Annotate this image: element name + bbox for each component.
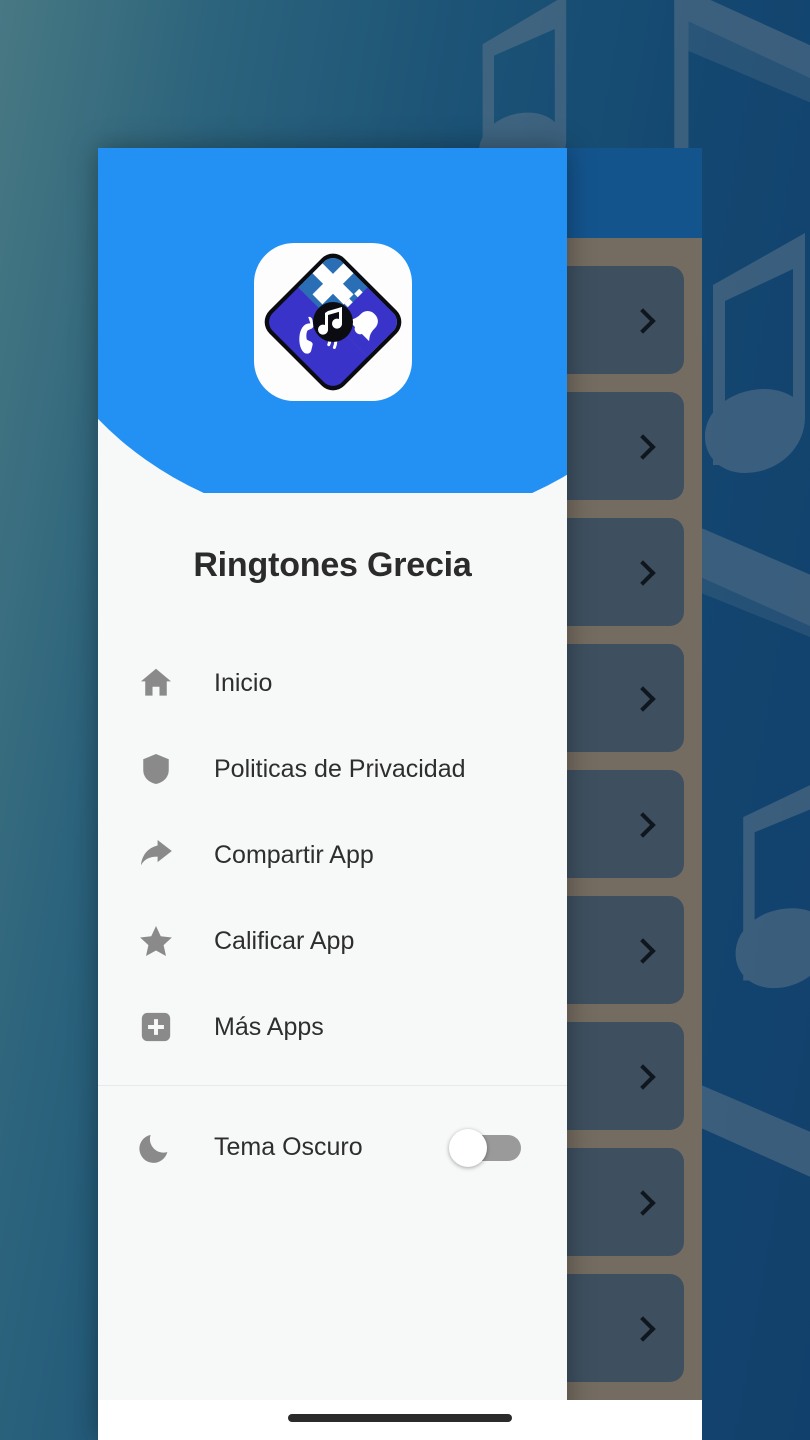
shield-icon: [128, 751, 184, 787]
gesture-pill[interactable]: [288, 1414, 512, 1422]
app-logo: [253, 243, 412, 401]
page-title: Ringtones Grecia: [193, 546, 472, 584]
dark-theme-label: Tema Oscuro: [214, 1132, 363, 1161]
dark-theme-toggle[interactable]: [449, 1129, 521, 1167]
drawer-header: [98, 148, 567, 493]
sidebar-item-privacy-policy[interactable]: Politicas de Privacidad: [98, 726, 567, 812]
dark-theme-row[interactable]: Tema Oscuro: [98, 1104, 567, 1190]
greek-ringtone-app-icon: [263, 252, 402, 392]
sidebar-item-label: Más Apps: [214, 1012, 324, 1041]
sidebar-item-more-apps[interactable]: Más Apps: [98, 984, 567, 1070]
home-icon: [128, 664, 184, 702]
toggle-thumb: [449, 1129, 487, 1167]
drawer-menu: Inicio Politicas de Privacidad Compartir…: [98, 640, 567, 1070]
sidebar-item-label: Compartir App: [214, 840, 374, 869]
star-icon: [128, 922, 184, 960]
sidebar-item-rate-app[interactable]: Calificar App: [98, 898, 567, 984]
plus-box-icon: [128, 1010, 184, 1044]
sidebar-item-label: Inicio: [214, 668, 273, 697]
sidebar-item-label: Calificar App: [214, 926, 355, 955]
sidebar-item-share-app[interactable]: Compartir App: [98, 812, 567, 898]
share-arrow-icon: [128, 836, 184, 874]
sidebar-item-label: Politicas de Privacidad: [214, 754, 466, 783]
menu-divider: [98, 1085, 567, 1086]
app-screen: Ringtones Grecia Inicio Politicas de Pri…: [0, 0, 810, 1440]
system-nav-bar: [98, 1400, 702, 1440]
navigation-drawer: Ringtones Grecia Inicio Politicas de Pri…: [98, 148, 567, 1440]
moon-icon: [128, 1130, 184, 1164]
sidebar-item-inicio[interactable]: Inicio: [98, 640, 567, 726]
